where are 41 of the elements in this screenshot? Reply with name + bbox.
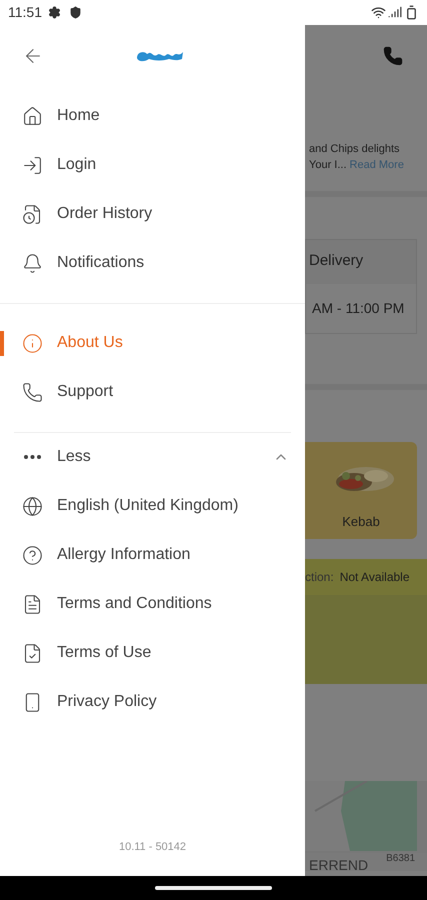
- battery-icon: [404, 4, 419, 20]
- menu-item[interactable]: Privacy Policy: [0, 678, 305, 726]
- selection-indicator: [0, 330, 4, 356]
- shield-icon: [69, 6, 82, 19]
- ellipsis-icon: [24, 455, 41, 459]
- wifi-icon: [371, 4, 386, 20]
- signal-icon: [388, 5, 402, 20]
- gear-icon: [48, 6, 61, 19]
- globe-icon: [22, 496, 43, 516]
- category-label: Kebab: [342, 512, 380, 530]
- map-label: ERREND: [309, 856, 368, 874]
- menu-item[interactable]: Support: [0, 368, 305, 416]
- document-check-icon: [22, 642, 43, 664]
- menu-item[interactable]: Terms of Use: [0, 628, 305, 678]
- phone-icon[interactable]: [383, 46, 403, 66]
- version-text: 10.11 - 50142: [118, 840, 186, 855]
- document-icon: [22, 594, 43, 614]
- help-icon: [22, 544, 43, 566]
- menu-item[interactable]: Home: [0, 92, 305, 140]
- description-text: and Chips delights: [309, 142, 401, 156]
- menu-item[interactable]: Allergy Information: [0, 530, 305, 580]
- menu-item[interactable]: Terms and Conditions: [0, 580, 305, 628]
- menu-item[interactable]: Order History: [0, 190, 305, 238]
- phone-icon: [22, 382, 43, 402]
- collection-label: ction:: [305, 568, 334, 586]
- delivery-label: Delivery: [309, 251, 364, 272]
- map-label: B6381: [386, 852, 416, 866]
- collection-value: Not Available: [340, 568, 410, 586]
- menu-item[interactable]: Notifications: [0, 238, 305, 288]
- description-text: Your I...: [309, 158, 347, 172]
- bell-icon: [22, 252, 43, 274]
- status-time: 11:51: [8, 2, 42, 22]
- less-toggle[interactable]: Less: [0, 432, 305, 482]
- hours-text: AM - 11:00 PM: [312, 298, 404, 318]
- document-clock-icon: [22, 204, 43, 224]
- menu-item[interactable]: Login: [0, 140, 305, 190]
- home-indicator[interactable]: [155, 886, 272, 890]
- menu-item[interactable]: English (United Kingdom): [0, 482, 305, 530]
- info-icon: [22, 332, 43, 354]
- house-icon: [22, 106, 43, 126]
- login-icon: [22, 154, 43, 176]
